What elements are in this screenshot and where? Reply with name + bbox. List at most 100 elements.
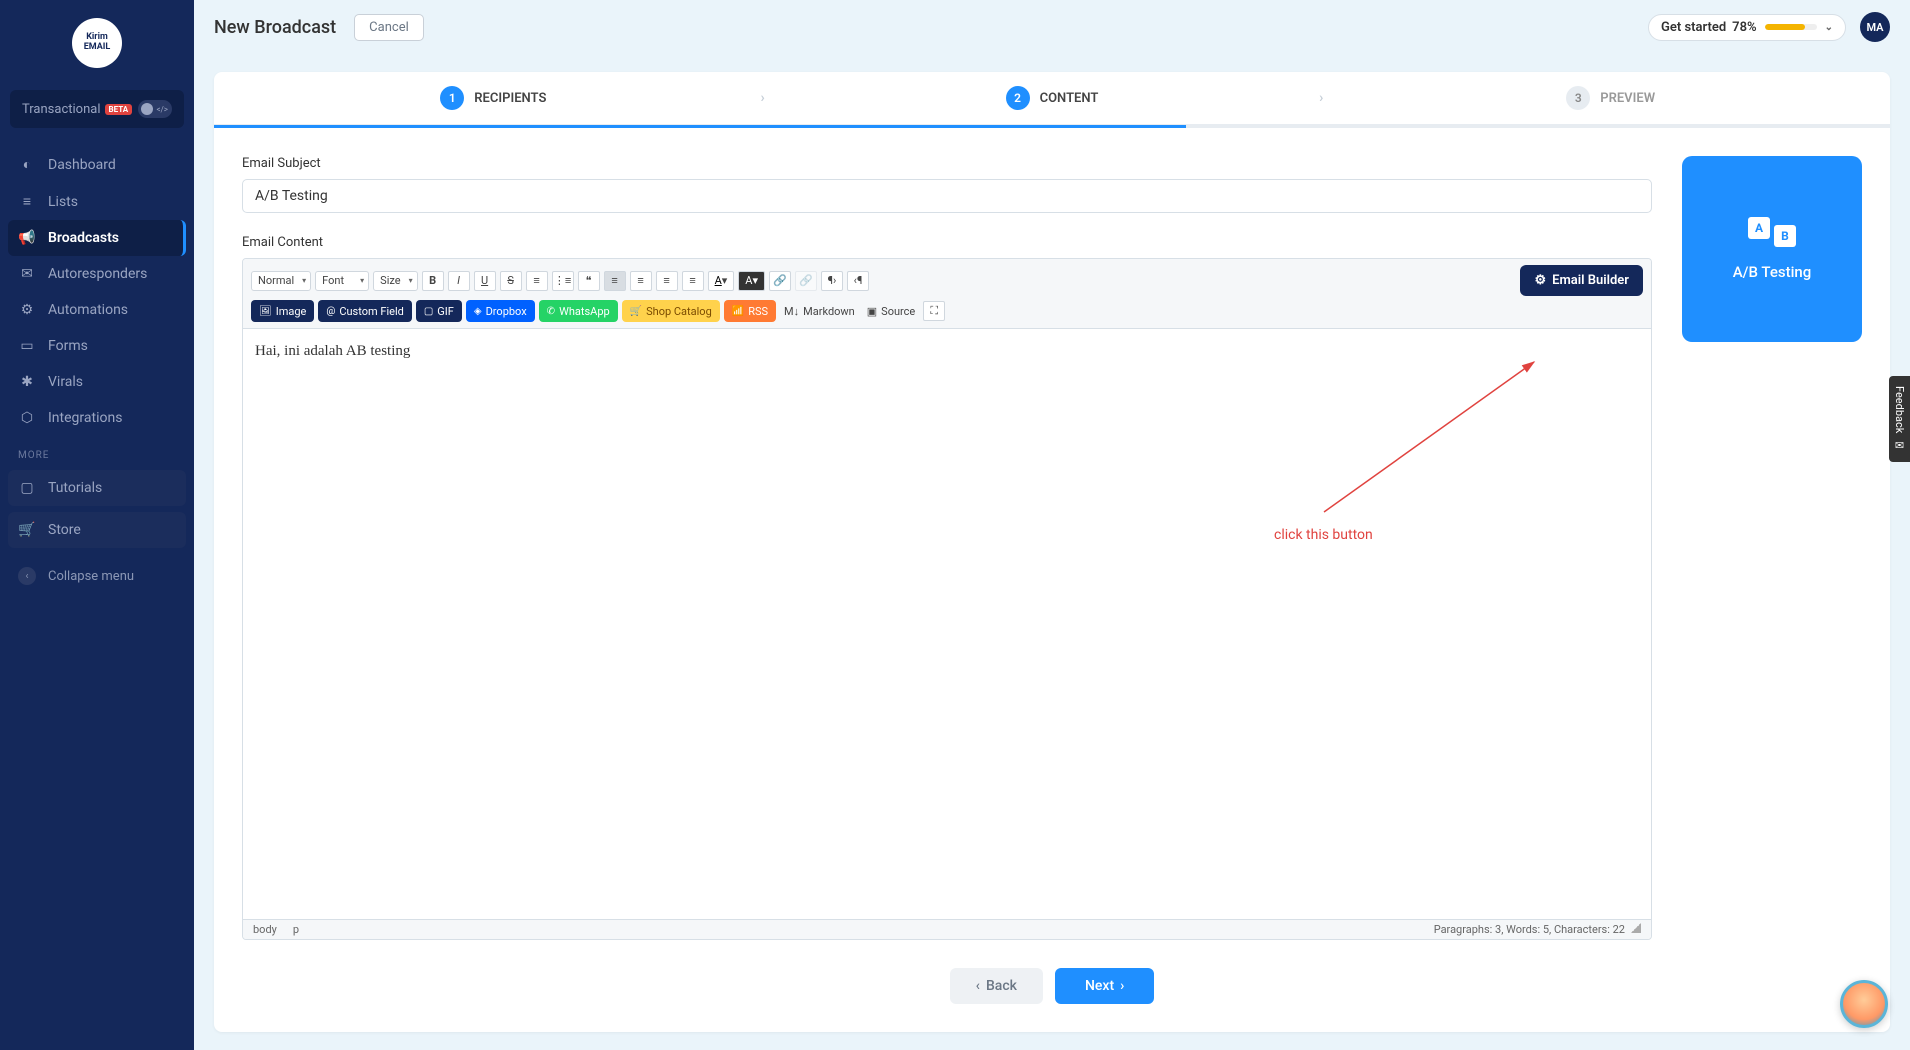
chevron-down-icon: ⌄	[1825, 22, 1833, 33]
collapse-menu[interactable]: ‹ Collapse menu	[0, 551, 194, 601]
fullscreen-button[interactable]: ⛶	[923, 301, 945, 321]
nav-virals[interactable]: ✱Virals	[0, 364, 194, 400]
insert-image-button[interactable]: 🖼Image	[251, 300, 314, 322]
nav-lists[interactable]: ≡ Lists	[0, 183, 194, 220]
subject-label: Email Subject	[242, 156, 1652, 171]
step-label: PREVIEW	[1600, 91, 1655, 106]
user-avatar[interactable]: MA	[1860, 12, 1890, 42]
feedback-tab[interactable]: Feedback ✉	[1889, 376, 1910, 462]
nav-automations[interactable]: ⚙Automations	[0, 292, 194, 328]
step-number: 2	[1006, 86, 1030, 110]
logo[interactable]: Kirim EMAIL	[0, 0, 194, 82]
image-icon: 🖼	[259, 306, 272, 317]
bullet-list-button[interactable]: ⋮≡	[552, 271, 574, 291]
quote-button[interactable]: ❝	[578, 271, 600, 291]
format-select[interactable]: Normal	[251, 271, 311, 291]
align-center-button[interactable]: ≡	[630, 271, 652, 291]
builder-label: Email Builder	[1552, 273, 1629, 288]
strike-button[interactable]: S	[500, 271, 522, 291]
ab-b-icon: B	[1774, 225, 1796, 247]
nav-broadcasts[interactable]: 📢Broadcasts	[8, 220, 186, 256]
unlink-button[interactable]: 🔗	[795, 271, 817, 291]
more-label: MORE	[0, 436, 194, 467]
get-started-label: Get started	[1661, 20, 1726, 35]
insert-dropbox-button[interactable]: ◈Dropbox	[466, 300, 535, 322]
collapse-icon: ‹	[18, 567, 36, 585]
transactional-text: Transactional	[22, 102, 101, 117]
font-select[interactable]: Font	[315, 271, 369, 291]
align-left-button[interactable]: ≡	[604, 271, 626, 291]
editor-footer: body p Paragraphs: 3, Words: 5, Characte…	[243, 919, 1651, 939]
underline-button[interactable]: U	[474, 271, 496, 291]
transactional-toggle-row: Transactional BETA </>	[10, 90, 184, 128]
text-color-button[interactable]: A▾	[708, 271, 735, 291]
logo-circle: Kirim EMAIL	[72, 18, 122, 68]
ab-a-icon: A	[1748, 217, 1770, 239]
italic-button[interactable]: I	[448, 271, 470, 291]
path-p[interactable]: p	[293, 923, 299, 936]
insert-gif-button[interactable]: ▢GIF	[416, 300, 462, 322]
ab-testing-card[interactable]: A B A/B Testing	[1682, 156, 1862, 342]
ab-icon: A B	[1748, 217, 1796, 247]
nav-label: Dashboard	[48, 157, 116, 173]
rtl-button[interactable]: ‹¶	[847, 271, 869, 291]
integrations-icon: ⬡	[18, 410, 36, 426]
transactional-toggle[interactable]: </>	[138, 100, 172, 118]
nav-label: Lists	[48, 194, 78, 210]
cancel-button[interactable]: Cancel	[354, 14, 424, 41]
ltr-button[interactable]: ¶›	[821, 271, 843, 291]
pill-label: Markdown	[803, 305, 855, 318]
get-started-pill[interactable]: Get started 78% ⌄	[1648, 14, 1846, 41]
path-body[interactable]: body	[253, 923, 277, 936]
lists-icon: ≡	[18, 193, 36, 210]
link-button[interactable]: 🔗	[769, 271, 791, 291]
markdown-button[interactable]: M↓Markdown	[780, 305, 859, 318]
step-content[interactable]: 2 CONTENT ›	[773, 72, 1332, 124]
size-select[interactable]: Size	[373, 271, 417, 291]
nav-autoresponders[interactable]: ✉Autoresponders	[0, 256, 194, 292]
editor-body[interactable]: Hai, ini adalah AB testing	[243, 329, 1651, 919]
feedback-icon: ✉	[1893, 439, 1906, 452]
virals-icon: ✱	[18, 374, 36, 390]
back-button[interactable]: ‹Back	[950, 968, 1043, 1004]
align-right-button[interactable]: ≡	[656, 271, 678, 291]
nav-integrations[interactable]: ⬡Integrations	[0, 400, 194, 436]
subject-input[interactable]	[242, 179, 1652, 213]
next-button[interactable]: Next›	[1055, 968, 1154, 1004]
autoresponders-icon: ✉	[18, 266, 36, 282]
bg-color-button[interactable]: A▾	[738, 271, 765, 291]
transactional-label: Transactional BETA	[22, 102, 132, 117]
insert-rss-button[interactable]: 📶RSS	[724, 300, 776, 322]
step-label: CONTENT	[1040, 91, 1099, 106]
chat-widget[interactable]	[1840, 980, 1888, 1028]
nav-tutorials[interactable]: ▢Tutorials	[8, 470, 186, 506]
step-recipients[interactable]: 1 RECIPIENTS ›	[214, 72, 773, 124]
email-builder-button[interactable]: ⚙ Email Builder	[1520, 265, 1643, 296]
source-icon: ▣	[867, 305, 877, 318]
numbered-list-button[interactable]: ≡	[526, 271, 548, 291]
whatsapp-icon: ✆	[547, 306, 555, 317]
insert-whatsapp-button[interactable]: ✆WhatsApp	[539, 300, 618, 322]
insert-shop-button[interactable]: 🛒Shop Catalog	[622, 300, 720, 322]
nav-forms[interactable]: ▭ Forms	[0, 328, 194, 364]
nav-label: Forms	[48, 338, 88, 354]
nav-store[interactable]: 🛒Store	[8, 512, 186, 548]
source-button[interactable]: ▣ Source	[863, 305, 920, 318]
nav-dashboard[interactable]: ◐Dashboard	[0, 146, 194, 183]
pill-label: Source	[881, 305, 915, 318]
align-justify-button[interactable]: ≡	[682, 271, 704, 291]
stepper: 1 RECIPIENTS › 2 CONTENT › 3 PREVIEW	[214, 72, 1890, 125]
nav-label: Broadcasts	[48, 230, 119, 246]
automations-icon: ⚙	[18, 302, 36, 318]
insert-custom-field-button[interactable]: @Custom Field	[318, 300, 412, 322]
bold-button[interactable]: B	[422, 271, 444, 291]
forms-icon: ▭	[18, 338, 36, 354]
sidebar: Kirim EMAIL Transactional BETA </> ◐Dash…	[0, 0, 194, 1050]
content-label: Email Content	[242, 235, 1652, 250]
dropbox-icon: ◈	[474, 306, 482, 317]
step-number: 1	[440, 86, 464, 110]
resize-handle[interactable]	[1631, 923, 1641, 933]
pill-label: Shop Catalog	[646, 305, 712, 318]
pill-label: GIF	[437, 305, 454, 318]
step-preview[interactable]: 3 PREVIEW	[1331, 72, 1890, 124]
